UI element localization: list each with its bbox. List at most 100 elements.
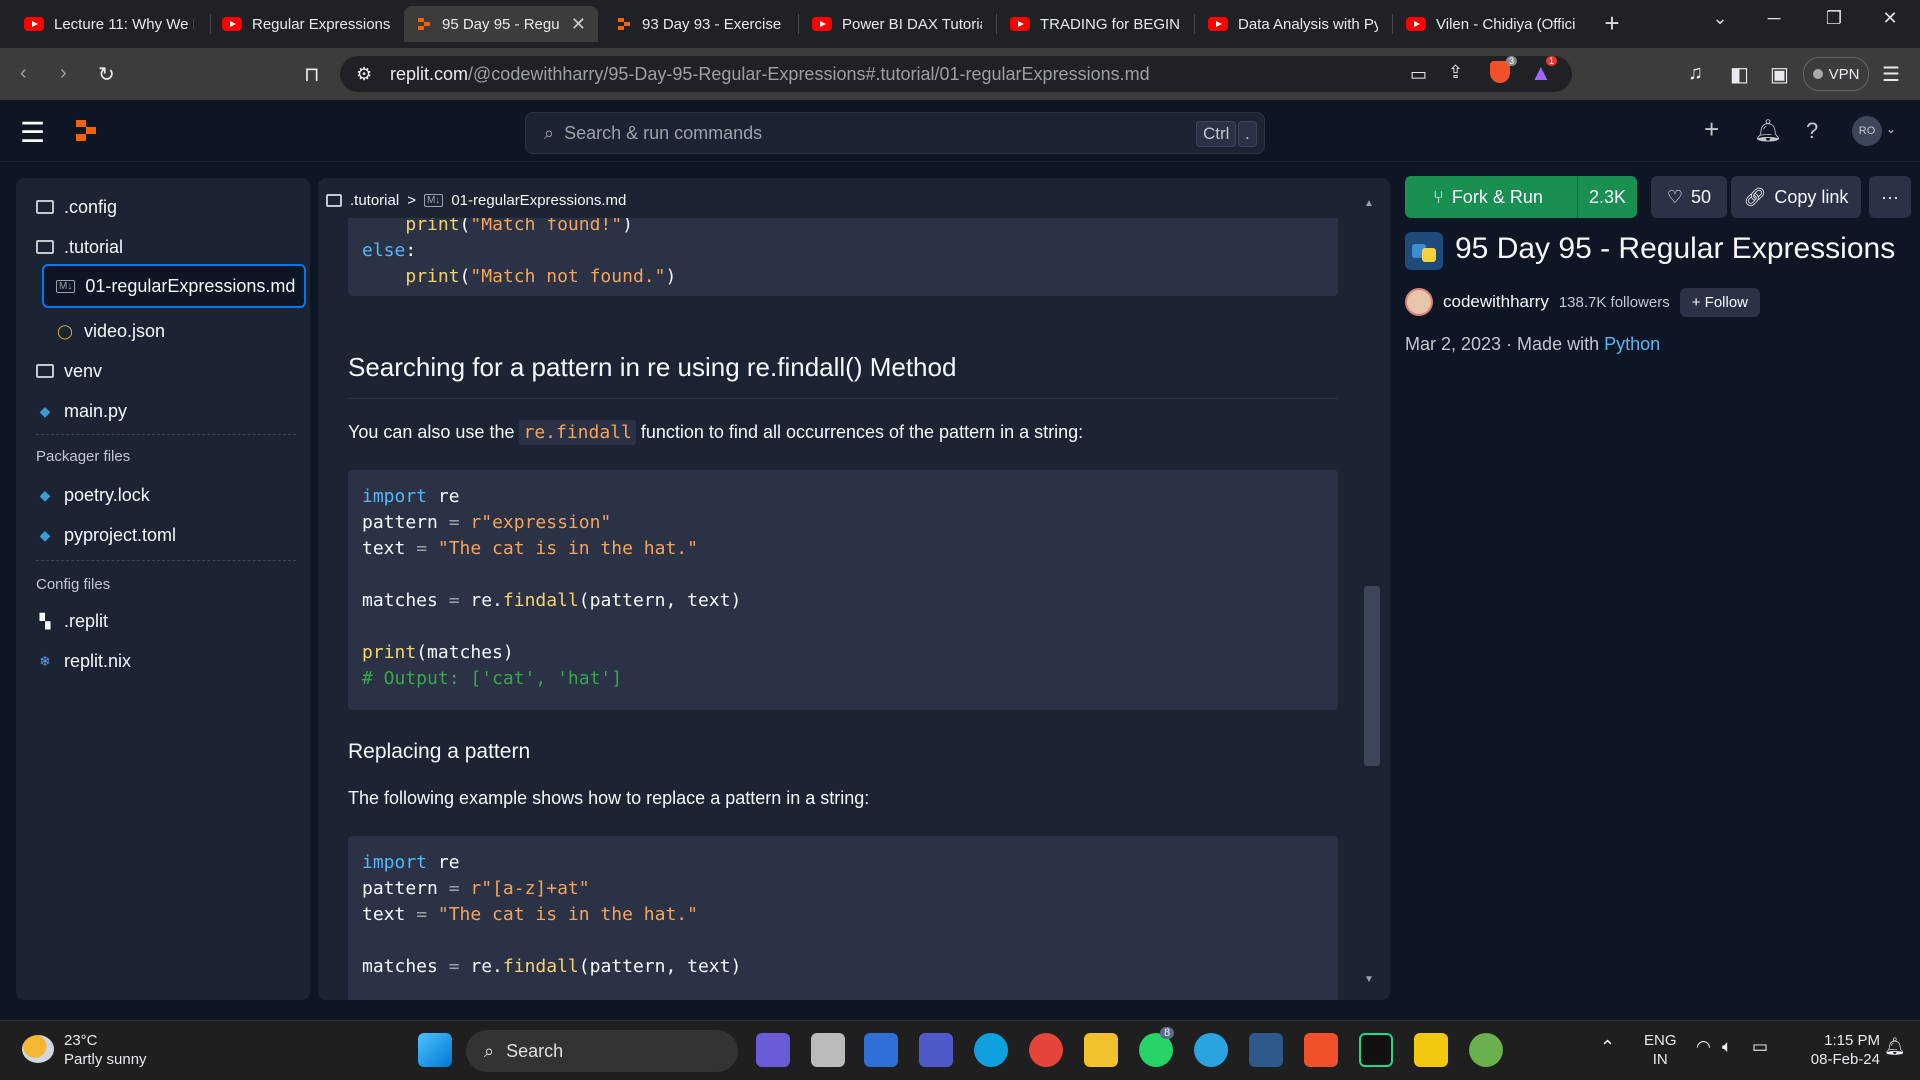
link-icon: 🔗︎ <box>1743 186 1767 207</box>
chevron-up-icon[interactable]: ⌃ <box>1600 1037 1615 1058</box>
app-icon[interactable] <box>1249 1033 1283 1067</box>
back-icon[interactable]: ‹ <box>20 62 27 85</box>
browser-tab[interactable]: TRADING for BEGINN <box>998 6 1194 42</box>
scrollbar-thumb[interactable] <box>1364 586 1380 766</box>
language-link[interactable]: Python <box>1604 334 1660 354</box>
scroll-up-icon[interactable]: ▲ <box>1364 198 1374 209</box>
store-icon[interactable] <box>864 1033 898 1067</box>
follow-button[interactable]: + Follow <box>1679 287 1761 317</box>
vpn-button[interactable]: VPN <box>1803 57 1869 91</box>
python-icon: ◆ <box>39 486 51 503</box>
teams-icon[interactable] <box>919 1033 953 1067</box>
wallet-icon[interactable]: ▣ <box>1770 62 1789 87</box>
command-search-input[interactable]: ⌕ Search & run commands Ctrl . <box>525 112 1265 154</box>
fork-and-run-button[interactable]: ⑂ Fork & Run 2.3K <box>1405 176 1637 218</box>
brave-icon[interactable] <box>1304 1033 1338 1067</box>
browser-tab[interactable]: Vilen - Chidiya (Offici <box>1394 6 1590 42</box>
browser-tab-active[interactable]: 95 Day 95 - Regu ✕ <box>404 6 598 42</box>
hamburger-icon[interactable]: ☰ <box>20 116 45 149</box>
copy-link-button[interactable]: 🔗︎ Copy link <box>1731 176 1861 218</box>
chrome-icon[interactable] <box>1029 1033 1063 1067</box>
tab-search-icon[interactable]: ⌄ <box>1700 8 1740 29</box>
folder-icon <box>36 239 54 255</box>
clock[interactable]: 1:15 PM 08-Feb-24 <box>1794 1031 1880 1069</box>
chevron-down-icon[interactable]: ⌄ <box>1886 122 1896 136</box>
divider <box>36 434 296 435</box>
youtube-icon <box>222 17 242 31</box>
start-icon[interactable] <box>418 1033 452 1067</box>
power-bi-icon[interactable] <box>1414 1033 1448 1067</box>
browser-tab[interactable]: Lecture 11: Why We N <box>12 6 208 42</box>
create-plus-icon[interactable]: + <box>1704 114 1719 145</box>
scrollbar[interactable]: ▲ ▼ <box>1360 198 1380 988</box>
help-icon[interactable]: ? <box>1806 118 1818 144</box>
plus-icon: + <box>1691 293 1705 311</box>
document-body: print("Match found!") else: print("Match… <box>348 218 1338 1000</box>
author-avatar[interactable] <box>1405 288 1433 316</box>
reload-icon[interactable]: ↻ <box>98 62 115 87</box>
browser-tab[interactable]: 93 Day 93 - Exercise <box>604 6 800 42</box>
browser-tab[interactable]: Power BI DAX Tutoria <box>800 6 996 42</box>
weather-widget[interactable]: 23°C Partly sunny <box>64 1031 147 1069</box>
file-tree-item-config[interactable]: .config <box>36 188 117 226</box>
more-options-button[interactable]: ··· <box>1869 176 1911 218</box>
media-icon[interactable]: ♫ <box>1688 62 1703 85</box>
search-icon: ⌕ <box>544 122 555 143</box>
file-tree-item-regex-md[interactable]: M↓ 01-regularExpressions.md <box>42 264 306 308</box>
share-icon[interactable]: ⇪ <box>1448 62 1463 83</box>
telegram-icon[interactable] <box>1194 1033 1228 1067</box>
breadcrumb-file[interactable]: 01-regularExpressions.md <box>451 192 626 209</box>
forward-icon[interactable]: › <box>60 62 67 85</box>
scroll-down-icon[interactable]: ▼ <box>1364 974 1374 985</box>
weather-icon[interactable] <box>22 1035 54 1063</box>
battery-icon[interactable]: ▭ <box>1752 1037 1768 1057</box>
file-tree-item-pyproject[interactable]: ◆ pyproject.toml <box>36 516 176 554</box>
close-tab-icon[interactable]: ✕ <box>571 14 586 35</box>
wifi-icon[interactable]: ◠ <box>1696 1037 1711 1057</box>
python-logo-icon <box>1405 232 1443 270</box>
vpn-status-icon <box>1812 69 1823 79</box>
new-tab-button[interactable]: + <box>1592 8 1632 39</box>
edge-icon[interactable] <box>974 1033 1008 1067</box>
file-tree-item-main-py[interactable]: ◆ main.py <box>36 392 127 430</box>
volume-icon[interactable]: 🔈︎ <box>1722 1037 1732 1057</box>
sidebar-toggle-icon[interactable]: ◧ <box>1730 62 1749 87</box>
author-row: codewithharry 138.7K followers + Follow <box>1405 284 1761 320</box>
replit-icon <box>416 16 432 32</box>
menu-icon[interactable]: ☰ <box>1882 62 1900 87</box>
python-icon: ◆ <box>39 402 51 419</box>
pycharm-icon[interactable] <box>1359 1033 1393 1067</box>
like-button[interactable]: ♡ 50 <box>1651 176 1727 218</box>
site-settings-icon[interactable]: ⚙ <box>356 64 372 85</box>
file-tree-item-video-json[interactable]: ◯ video.json <box>56 312 165 350</box>
browser-tab[interactable]: Data Analysis with Py <box>1196 6 1392 42</box>
file-tree-item-replit-nix[interactable]: ❄ replit.nix <box>36 642 131 680</box>
minimize-button[interactable]: ─ <box>1754 8 1794 29</box>
file-tree-item-replit[interactable]: ▚ .replit <box>36 602 108 640</box>
bookmark-icon[interactable]: ⊓ <box>304 62 320 87</box>
url-field[interactable]: ⚙ replit.com/@codewithharry/95-Day-95-Re… <box>340 56 1572 92</box>
avatar[interactable]: RO <box>1852 116 1882 146</box>
divider <box>36 560 296 561</box>
cast-icon[interactable]: ▭ <box>1410 64 1427 85</box>
notifications-bell-icon[interactable]: 🔔︎ <box>1754 118 1782 144</box>
taskbar: 23°C Partly sunny ⌕ Search 8 ⌃ ENG IN ◠ 🔈︎ … <box>0 1020 1920 1080</box>
browser-tab[interactable]: Regular Expressions i <box>210 6 406 42</box>
file-tree-item-venv[interactable]: venv <box>36 352 102 390</box>
language-indicator[interactable]: ENG IN <box>1644 1031 1677 1069</box>
task-view-icon[interactable] <box>811 1033 845 1067</box>
file-tree-item-tutorial[interactable]: .tutorial <box>36 228 123 266</box>
file-explorer-icon[interactable] <box>1084 1033 1118 1067</box>
notification-icon[interactable]: 🔔︎ <box>1884 1037 1906 1057</box>
config-files-heading: Config files <box>36 576 111 593</box>
restore-button[interactable]: ❐ <box>1814 8 1854 29</box>
fork-icon: ⑂ <box>1433 186 1444 207</box>
utorrent-icon[interactable] <box>1469 1033 1503 1067</box>
author-name[interactable]: codewithharry <box>1443 292 1549 312</box>
file-tree-item-poetry-lock[interactable]: ◆ poetry.lock <box>36 476 150 514</box>
replit-logo-icon[interactable] <box>76 120 96 142</box>
copilot-icon[interactable] <box>756 1033 790 1067</box>
taskbar-search[interactable]: ⌕ Search <box>466 1030 738 1072</box>
breadcrumb-folder[interactable]: .tutorial <box>350 192 399 209</box>
close-window-button[interactable]: ✕ <box>1870 8 1910 29</box>
